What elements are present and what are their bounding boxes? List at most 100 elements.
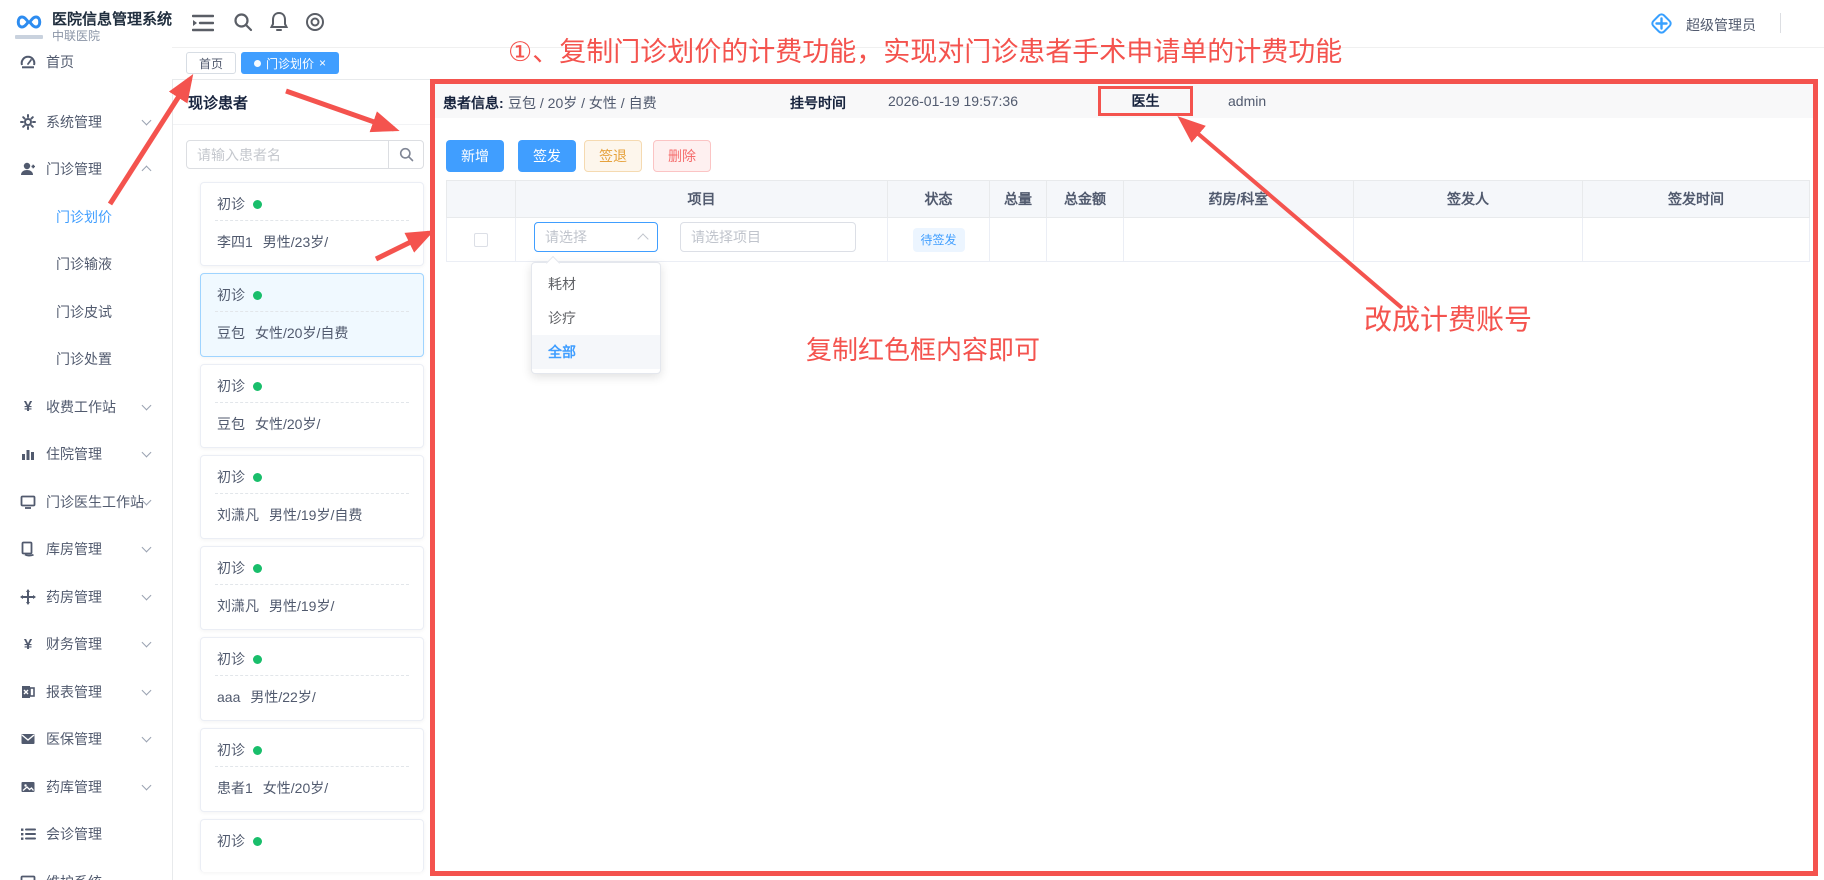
sidebar-item-outpatient-mgmt[interactable]: 门诊管理 xyxy=(0,146,172,194)
row-checkbox[interactable] xyxy=(474,233,488,247)
sidebar-subitem-outpatient-pricing[interactable]: 门诊划价 xyxy=(0,193,172,241)
yen-icon: ¥ xyxy=(20,399,36,415)
sidebar-subitem-label: 门诊输液 xyxy=(56,254,112,274)
sidebar-subitem-label: 门诊划价 xyxy=(56,207,112,227)
sidebar-item-label: 系统管理 xyxy=(46,112,102,132)
sidebar-item-warehouse-mgmt[interactable]: 库房管理 xyxy=(0,526,172,574)
sidebar-item-label: 库房管理 xyxy=(46,539,102,559)
visit-tag: 初诊 xyxy=(217,649,262,669)
tab-home[interactable]: 首页 xyxy=(186,52,236,74)
sidebar-subitem-outpatient-infusion[interactable]: 门诊输液 xyxy=(0,241,172,289)
doctor-value: admin xyxy=(1228,93,1266,109)
sidebar-item-system-mgmt[interactable]: 系统管理 xyxy=(0,98,172,146)
doctor-label: 医生 xyxy=(1132,91,1160,111)
sidebar-item-home-label: 首页 xyxy=(46,52,74,72)
col-issue-time: 签发时间 xyxy=(1583,180,1810,218)
patient-card[interactable]: 初诊 豆包女性/20岁/ xyxy=(200,364,424,448)
bell-icon[interactable] xyxy=(269,11,289,37)
annotation-account-note: 改成计费账号 xyxy=(1364,298,1532,338)
retreat-button[interactable]: 签退 xyxy=(584,140,642,172)
dropdown-option-all[interactable]: 全部 xyxy=(532,335,660,369)
sidebar-item-maintenance-system[interactable]: 维护系统 xyxy=(0,858,172,880)
item-search-input[interactable] xyxy=(680,222,856,252)
image-icon xyxy=(20,779,36,795)
list-icon xyxy=(20,826,36,842)
patient-search-group xyxy=(186,140,424,169)
sidebar-item-label: 医保管理 xyxy=(46,729,102,749)
patient-panel-divider xyxy=(173,124,430,125)
header-divider xyxy=(1780,13,1781,33)
chevron-down-icon xyxy=(142,685,152,695)
tab-outpatient-pricing[interactable]: 门诊划价 × xyxy=(241,52,339,74)
sidebar-item-label: 药房管理 xyxy=(46,587,102,607)
visit-tag: 初诊 xyxy=(217,831,262,851)
search-icon[interactable] xyxy=(233,12,253,37)
visit-tag: 初诊 xyxy=(217,558,262,578)
card-divider xyxy=(215,584,409,585)
sidebar-item-consultation-mgmt[interactable]: 会诊管理 xyxy=(0,811,172,859)
document-icon xyxy=(20,541,36,557)
sidebar-item-home[interactable]: 首页 xyxy=(0,48,172,86)
bar-chart-icon xyxy=(20,446,36,462)
patient-card[interactable]: 初诊 李四1男性/23岁/ xyxy=(200,182,424,266)
status-dot xyxy=(253,564,262,573)
dropdown-option-treatment[interactable]: 诊疗 xyxy=(532,301,660,335)
monitor-icon xyxy=(20,494,36,510)
patient-name-line: aaa男性/22岁/ xyxy=(217,687,316,707)
logo-brand-mark xyxy=(15,35,43,39)
reg-time-label: 挂号时间 xyxy=(790,93,846,113)
cell-issuer xyxy=(1354,218,1583,262)
sidebar-item-label: 报表管理 xyxy=(46,682,102,702)
sidebar-item-pharmacy-mgmt[interactable]: 药房管理 xyxy=(0,573,172,621)
sidebar-item-inpatient-mgmt[interactable]: 住院管理 xyxy=(0,431,172,479)
delete-button[interactable]: 删除 xyxy=(653,140,711,172)
visit-tag: 初诊 xyxy=(217,740,262,760)
user-avatar-icon[interactable] xyxy=(1648,10,1675,42)
patient-search-input[interactable] xyxy=(187,141,388,168)
fullscreen-icon[interactable] xyxy=(305,12,325,37)
card-divider xyxy=(215,220,409,221)
add-button[interactable]: 新增 xyxy=(446,140,504,172)
dropdown-option-consumables[interactable]: 耗材 xyxy=(532,267,660,301)
sidebar-item-label: 会诊管理 xyxy=(46,824,102,844)
sidebar-item-outpatient-doctor-station[interactable]: 门诊医生工作站 xyxy=(0,478,172,526)
user-name[interactable]: 超级管理员 xyxy=(1686,15,1756,35)
collapse-menu-icon[interactable] xyxy=(192,14,214,37)
card-divider xyxy=(215,766,409,767)
patient-card[interactable]: 初诊 患者1女性/20岁/ xyxy=(200,728,424,812)
patient-search-button[interactable] xyxy=(388,141,423,168)
tab-close-icon[interactable]: × xyxy=(319,57,326,69)
billing-table-header: 项目 状态 总量 总金额 药房/科室 签发人 签发时间 xyxy=(446,180,1810,218)
patient-card-selected[interactable]: 初诊 豆包女性/20岁/自费 xyxy=(200,273,424,357)
status-dot xyxy=(253,837,262,846)
item-type-select[interactable]: 请选择 xyxy=(534,222,658,252)
sidebar-subitem-outpatient-skin-test[interactable]: 门诊皮试 xyxy=(0,288,172,336)
patient-name-line: 豆包女性/20岁/ xyxy=(217,414,320,434)
sidebar-item-report-mgmt[interactable]: 报表管理 xyxy=(0,668,172,716)
sidebar-item-insurance-mgmt[interactable]: 医保管理 xyxy=(0,716,172,764)
chevron-down-icon xyxy=(142,780,152,790)
chevron-down-icon xyxy=(142,400,152,410)
sidebar-item-finance-mgmt[interactable]: ¥ 财务管理 xyxy=(0,621,172,669)
app-subtitle: 中联医院 xyxy=(52,27,100,44)
sidebar-item-charging-station[interactable]: ¥ 收费工作站 xyxy=(0,383,172,431)
patient-card[interactable]: 初诊 刘潇凡男性/19岁/ xyxy=(200,546,424,630)
cell-checkbox xyxy=(446,218,516,262)
status-dot xyxy=(253,746,262,755)
gear-icon xyxy=(20,114,36,130)
visit-tag: 初诊 xyxy=(217,285,262,305)
col-total-amount: 总金额 xyxy=(1047,180,1124,218)
annotation-top-note: ①、复制门诊划价的计费功能，实现对门诊患者手术申请单的计费功能 xyxy=(508,30,1342,69)
sidebar-item-drug-storage-mgmt[interactable]: 药库管理 xyxy=(0,763,172,811)
patient-card[interactable]: 初诊 xyxy=(200,819,424,872)
doctor-label-highlight-box: 医生 xyxy=(1098,86,1193,116)
cell-total-amount xyxy=(1047,218,1124,262)
sidebar-item-label: 住院管理 xyxy=(46,444,102,464)
patient-card[interactable]: 初诊 刘潇凡男性/19岁/自费 xyxy=(200,455,424,539)
col-status: 状态 xyxy=(888,180,990,218)
patient-card[interactable]: 初诊 aaa男性/22岁/ xyxy=(200,637,424,721)
sidebar-subitem-outpatient-disposal[interactable]: 门诊处置 xyxy=(0,336,172,384)
reg-time-value: 2026-01-19 19:57:36 xyxy=(888,93,1018,109)
status-badge: 待签发 xyxy=(913,228,965,252)
issue-button[interactable]: 签发 xyxy=(518,140,576,172)
